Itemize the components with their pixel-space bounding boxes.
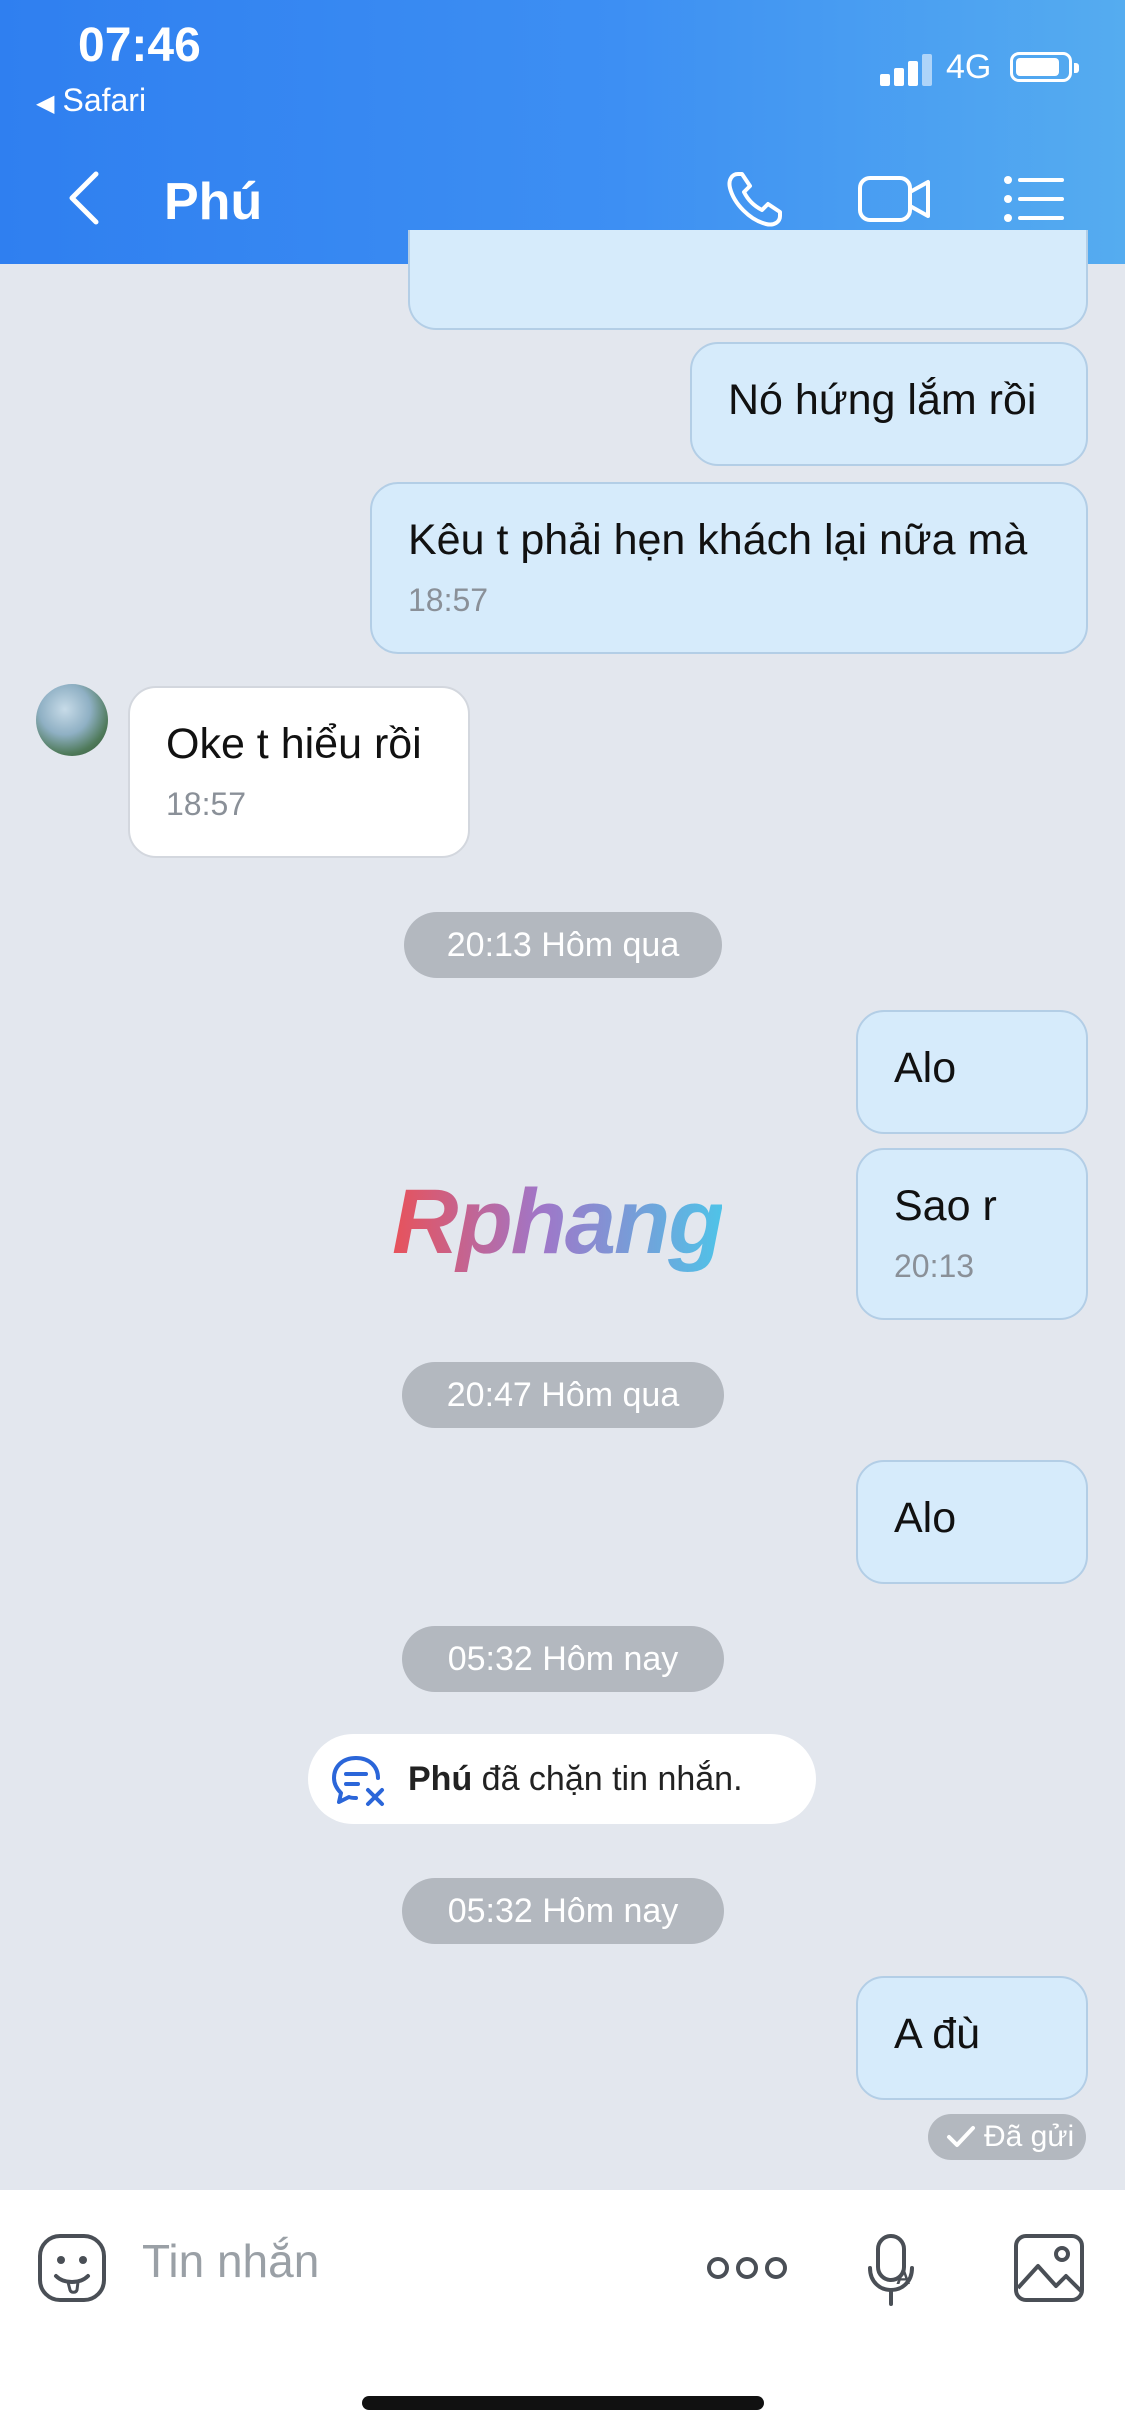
home-indicator[interactable] <box>362 2396 764 2410</box>
message-text: Alo <box>894 1494 957 1542</box>
status-time: 07:46 <box>78 19 201 72</box>
sticker-icon[interactable] <box>36 2232 108 2304</box>
message-bubble[interactable]: Alo <box>856 1010 1088 1134</box>
more-options-icon[interactable] <box>706 2252 788 2284</box>
notice-name: Phú <box>408 1760 473 1798</box>
message-text: Oke t hiểu rồi <box>166 720 422 768</box>
message-bubble[interactable]: A đù <box>856 1976 1088 2100</box>
network-type: 4G <box>946 48 992 86</box>
signal-icon <box>880 52 932 86</box>
message-bubble[interactable]: Nó hứng lắm rồi <box>690 342 1088 466</box>
blocked-message-icon <box>332 1756 384 1806</box>
sent-status-label: Đã gửi <box>984 2120 1075 2153</box>
battery-icon <box>1010 52 1079 82</box>
message-bubble[interactable]: Oke t hiểu rồi 18:57 <box>128 686 470 858</box>
phone-icon[interactable] <box>724 168 788 230</box>
back-to-safari-link[interactable]: ◀ Safari <box>36 82 146 119</box>
video-camera-icon[interactable] <box>856 168 934 230</box>
message-bubble[interactable]: Sao r 20:13 <box>856 1148 1088 1320</box>
date-divider: 05:32 Hôm nay <box>402 1626 724 1692</box>
chevron-left-icon[interactable] <box>60 168 110 228</box>
message-bubble-partial[interactable] <box>408 230 1088 330</box>
notice-text: đã chặn tin nhắn. <box>472 1760 743 1798</box>
message-time: 18:57 <box>166 786 247 822</box>
chat-header: 07:46 ◀ Safari 4G Phú <box>0 0 1125 264</box>
message-text: Nó hứng lắm rồi <box>728 376 1037 424</box>
blocked-notice: Phú đã chặn tin nhắn. <box>308 1734 816 1824</box>
message-bubble[interactable]: Alo <box>856 1460 1088 1584</box>
back-app-label: Safari <box>62 82 147 118</box>
checkmark-icon <box>947 2126 975 2147</box>
voice-to-text-icon[interactable]: A <box>866 2232 918 2308</box>
message-text: Kêu t phải hẹn khách lại nữa mà <box>408 516 1028 564</box>
image-gallery-icon[interactable] <box>1012 2232 1086 2304</box>
message-time: 20:13 <box>894 1248 975 1284</box>
message-input[interactable]: Tin nhắn <box>142 2234 319 2288</box>
message-text: A đù <box>894 2010 981 2058</box>
date-divider: 05:32 Hôm nay <box>402 1878 724 1944</box>
contact-avatar[interactable] <box>36 684 108 756</box>
message-text: Sao r <box>894 1182 997 1230</box>
message-bubble[interactable]: Kêu t phải hẹn khách lại nữa mà 18:57 <box>370 482 1088 654</box>
contact-name[interactable]: Phú <box>164 172 262 232</box>
date-divider: 20:47 Hôm qua <box>402 1362 724 1428</box>
date-divider: 20:13 Hôm qua <box>404 912 722 978</box>
message-text: Alo <box>894 1044 957 1092</box>
list-menu-icon[interactable] <box>1002 168 1066 230</box>
svg-text:A: A <box>896 2267 910 2289</box>
message-time: 18:57 <box>408 582 489 618</box>
watermark-logo: Rphang <box>392 1171 724 1273</box>
sent-status-badge: Đã gửi <box>928 2114 1086 2160</box>
back-triangle-icon: ◀ <box>36 90 55 117</box>
